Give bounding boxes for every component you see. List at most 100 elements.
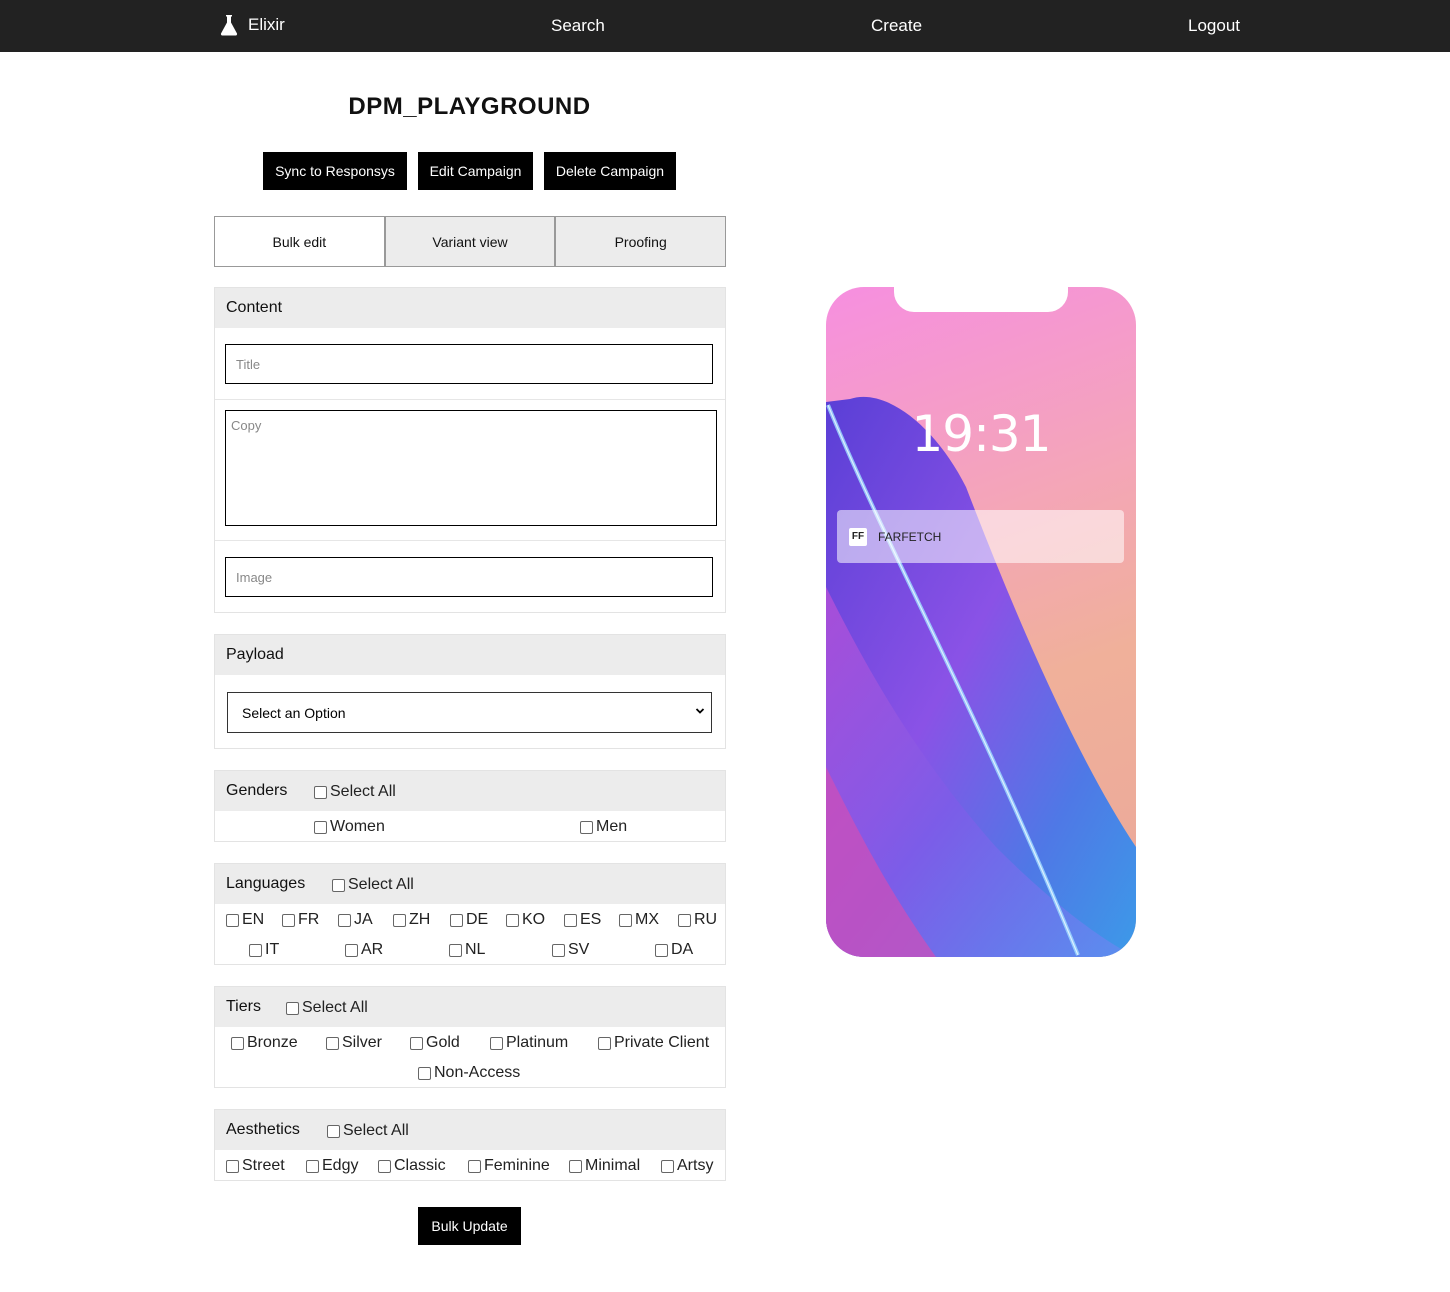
lockscreen-time: 19:31 [911, 405, 1051, 463]
checkbox-box [306, 1159, 319, 1173]
nav-search-link[interactable]: Search [551, 16, 605, 36]
flask-icon [220, 15, 238, 36]
checkbox-box [598, 1036, 611, 1050]
bulk-update-button[interactable]: Bulk Update [418, 1207, 521, 1245]
language-checkbox-es[interactable]: ES [564, 911, 601, 929]
divider [215, 540, 725, 541]
tier-checkbox-platinum[interactable]: Platinum [490, 1034, 568, 1052]
payload-panel: Payload Select an Option [214, 634, 726, 749]
language-checkbox-ja[interactable]: JA [338, 911, 373, 929]
sync-to-responsys-button[interactable]: Sync to Responsys [263, 152, 407, 190]
checkbox-box [661, 1159, 674, 1173]
checkbox-box [655, 943, 668, 957]
tier-checkbox-private-client[interactable]: Private Client [598, 1034, 709, 1052]
aesthetic-checkbox-artsy[interactable]: Artsy [661, 1157, 713, 1175]
language-checkbox-sv[interactable]: SV [552, 941, 589, 959]
aesthetic-checkbox-edgy[interactable]: Edgy [306, 1157, 358, 1175]
tier-checkbox-silver[interactable]: Silver [326, 1034, 382, 1052]
language-checkbox-it[interactable]: IT [249, 941, 279, 959]
top-navbar: Elixir Search Create Logout [0, 0, 1450, 52]
checkbox-box [506, 913, 519, 927]
push-notification-preview: FF FARFETCH [837, 510, 1124, 563]
languages-heading: Languages [226, 875, 306, 892]
farfetch-logo-icon: FF [849, 527, 867, 546]
checkbox-box [449, 943, 462, 957]
image-input[interactable]: Image [225, 557, 713, 597]
content-heading: Content [215, 288, 725, 328]
tier-checkbox-bronze[interactable]: Bronze [231, 1034, 298, 1052]
language-checkbox-da[interactable]: DA [655, 941, 693, 959]
copy-textarea[interactable]: Copy [225, 410, 717, 526]
checkbox-box [410, 1036, 423, 1050]
languages-select-all-checkbox[interactable]: Select All [332, 876, 414, 894]
checkbox-label: Private Client [614, 1034, 710, 1051]
checkbox-label: Select All [348, 876, 414, 893]
checkbox-label: Classic [394, 1157, 446, 1174]
edit-campaign-button[interactable]: Edit Campaign [418, 152, 533, 190]
page-title: DPM_PLAYGROUND [348, 93, 591, 120]
checkbox-box [678, 913, 691, 927]
payload-select[interactable]: Select an Option [227, 692, 712, 733]
aesthetic-checkbox-feminine[interactable]: Feminine [468, 1157, 550, 1175]
checkbox-box [282, 913, 295, 927]
checkbox-label: Platinum [506, 1034, 569, 1051]
language-checkbox-de[interactable]: DE [450, 911, 488, 929]
checkbox-box [619, 913, 632, 927]
checkbox-label: Select All [302, 999, 368, 1016]
aesthetic-checkbox-street[interactable]: Street [226, 1157, 285, 1175]
checkbox-box [450, 913, 463, 927]
aesthetics-header: Aesthetics Select All [215, 1110, 725, 1150]
checkbox-box [564, 913, 577, 927]
checkbox-label: FR [298, 911, 320, 928]
phone-notch [894, 287, 1068, 312]
divider [215, 399, 725, 400]
tab-bulk-edit[interactable]: Bulk edit [214, 216, 385, 267]
tiers-panel: Tiers Select All Bronze Silver Gold Plat… [214, 986, 726, 1088]
checkbox-label: Minimal [585, 1157, 641, 1174]
language-checkbox-en[interactable]: EN [226, 911, 264, 929]
checkbox-box [569, 1159, 582, 1173]
aesthetics-select-all-checkbox[interactable]: Select All [327, 1122, 409, 1140]
nav-create-link[interactable]: Create [871, 16, 922, 36]
content-panel: Content Title Copy Image [214, 287, 726, 613]
nav-logout-link[interactable]: Logout [1188, 16, 1240, 36]
language-checkbox-ru[interactable]: RU [678, 911, 717, 929]
notification-app-name: FARFETCH [878, 529, 942, 544]
languages-header: Languages Select All [215, 864, 725, 904]
genders-select-all-checkbox[interactable]: Select All [314, 783, 396, 801]
view-tabs: Bulk edit Variant view Proofing [214, 216, 727, 267]
aesthetic-checkbox-minimal[interactable]: Minimal [569, 1157, 640, 1175]
genders-heading: Genders [226, 782, 288, 799]
aesthetic-checkbox-classic[interactable]: Classic [378, 1157, 446, 1175]
gender-checkbox-women[interactable]: Women [314, 818, 385, 836]
gender-checkbox-men[interactable]: Men [580, 818, 627, 836]
tab-proofing[interactable]: Proofing [555, 216, 727, 267]
checkbox-box [226, 913, 239, 927]
tiers-select-all-checkbox[interactable]: Select All [286, 999, 368, 1017]
tier-checkbox-non-access[interactable]: Non-Access [418, 1064, 520, 1082]
title-input[interactable]: Title [225, 344, 713, 384]
language-checkbox-fr[interactable]: FR [282, 911, 319, 929]
checkbox-box [418, 1066, 431, 1080]
tab-variant-view[interactable]: Variant view [384, 216, 556, 267]
language-checkbox-nl[interactable]: NL [449, 941, 485, 959]
brand-name: Elixir [248, 15, 285, 34]
brand-link[interactable]: Elixir [219, 14, 285, 36]
checkbox-label: ES [580, 911, 602, 928]
checkbox-box [378, 1159, 391, 1173]
checkbox-label: Gold [426, 1034, 460, 1051]
language-checkbox-ko[interactable]: KO [506, 911, 545, 929]
checkbox-label: NL [465, 941, 486, 958]
checkbox-label: Men [596, 818, 628, 835]
tier-checkbox-gold[interactable]: Gold [410, 1034, 460, 1052]
phone-preview: 19:31 FF FARFETCH [826, 287, 1136, 957]
checkbox-label: Non-Access [434, 1064, 521, 1081]
language-checkbox-zh[interactable]: ZH [393, 911, 430, 929]
delete-campaign-button[interactable]: Delete Campaign [544, 152, 676, 190]
language-checkbox-ar[interactable]: AR [345, 941, 383, 959]
checkbox-label: KO [522, 911, 546, 928]
payload-heading: Payload [215, 635, 725, 675]
checkbox-box [552, 943, 565, 957]
language-checkbox-mx[interactable]: MX [619, 911, 659, 929]
checkbox-label: JA [354, 911, 373, 928]
